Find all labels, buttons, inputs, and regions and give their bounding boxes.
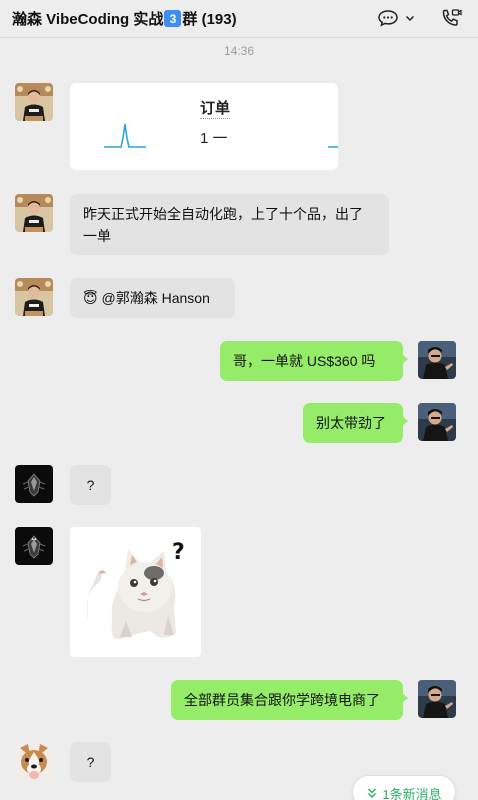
avatar-image [15, 194, 53, 232]
chat-header: 瀚森 VibeCoding 实战 3 群 (193) [0, 0, 478, 38]
avatar-image [15, 742, 53, 780]
self-avatar[interactable] [418, 341, 456, 379]
avatar-image [418, 403, 456, 441]
mention-text: @郭瀚森 Hanson [101, 290, 210, 306]
chat-title[interactable]: 瀚森 VibeCoding 实战 3 群 (193) [12, 8, 237, 29]
avatar-image [418, 680, 456, 718]
chat-bubble-icon [378, 10, 398, 27]
emoji-smile-halo: 😇 [83, 290, 98, 306]
message-bubble-self[interactable]: 别太带劲了 [303, 403, 408, 443]
avatar[interactable] [15, 83, 53, 121]
order-card-title: 订单 [200, 97, 231, 119]
avatar[interactable]: ▴▴ [15, 527, 53, 565]
confused-cat-sticker-image: ? [86, 540, 185, 639]
avatar-image [15, 465, 53, 503]
avatar[interactable] [15, 742, 53, 780]
order-stats-card[interactable]: 订单 1 一 [70, 83, 338, 170]
message-bubble-self[interactable]: 哥，一单就 US$360 吗 [220, 341, 408, 381]
double-chevron-down-icon [368, 788, 377, 799]
self-avatar[interactable] [418, 680, 456, 718]
order-card-value: 1 一 [200, 130, 228, 147]
cat-sticker[interactable]: ? [70, 527, 201, 657]
phone-video-icon [442, 9, 462, 26]
sticker-question-mark: ? [172, 540, 185, 565]
avatar[interactable] [15, 465, 53, 503]
svg-text:▴▴: ▴▴ [31, 536, 37, 542]
new-messages-button[interactable]: 1条新消息 [352, 775, 456, 800]
avatar-image [418, 341, 456, 379]
self-avatar[interactable] [418, 403, 456, 441]
message-bubble-mention[interactable]: 😇 @郭瀚森 Hanson [70, 278, 235, 318]
new-messages-label: 1条新消息 [382, 787, 442, 800]
message-bubble[interactable]: ? [70, 742, 111, 782]
avatar-image [15, 83, 53, 121]
chat-member-count: 群 (193) [182, 11, 237, 28]
message-bubble[interactable]: 昨天正式开始全自动化跑，上了十个品，出了一单 [70, 194, 389, 255]
chat-title-text: 瀚森 VibeCoding 实战 [12, 11, 164, 28]
message-bubble-self[interactable]: 全部群员集合跟你学跨境电商了 [171, 680, 408, 720]
avatar-image: ▴▴ [15, 527, 53, 565]
call-button[interactable] [440, 8, 462, 28]
avatar[interactable] [15, 194, 53, 232]
avatar[interactable] [15, 278, 53, 316]
chevron-down-icon [405, 15, 415, 22]
message-bubble[interactable]: ? [70, 465, 111, 505]
keycap-three-emoji: 3 [164, 10, 182, 27]
message-timestamp: 14:36 [223, 44, 255, 58]
chat-options-button[interactable] [377, 9, 416, 27]
avatar-image [15, 278, 53, 316]
